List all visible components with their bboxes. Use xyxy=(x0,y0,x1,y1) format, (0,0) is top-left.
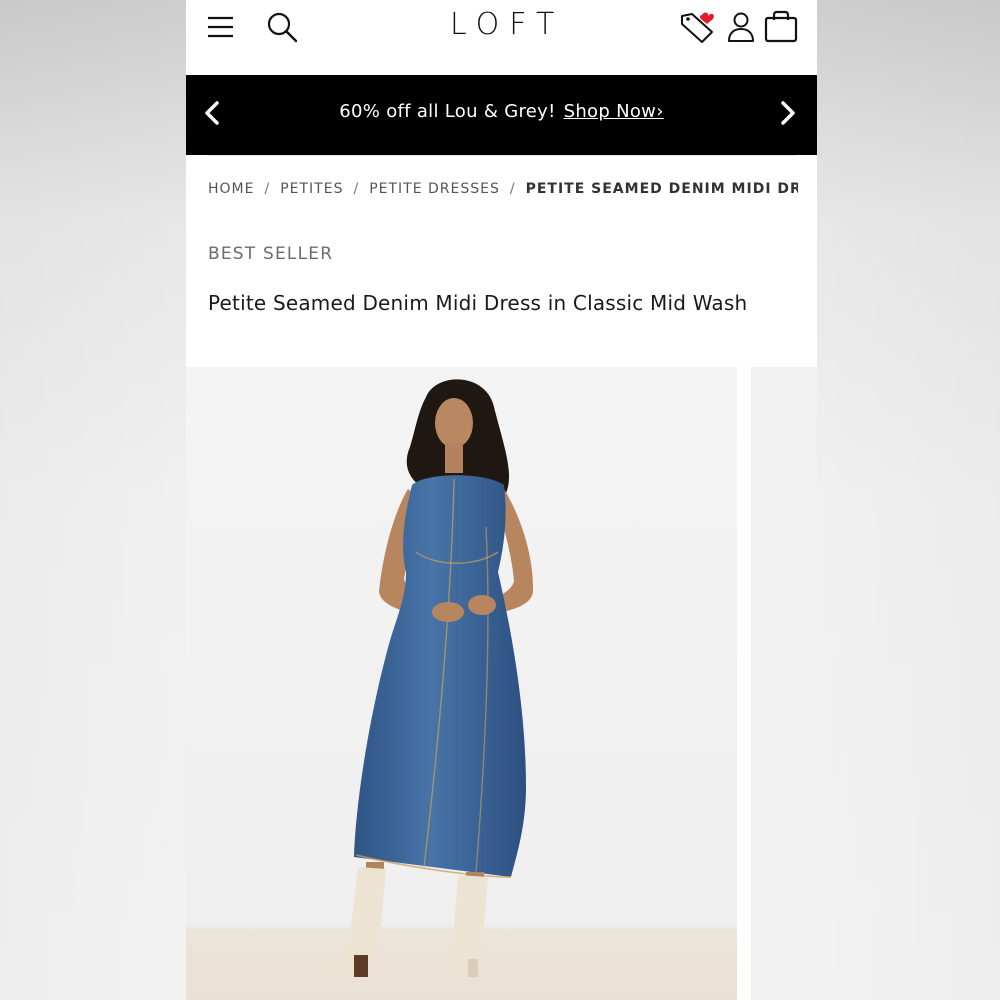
breadcrumb-home[interactable]: HOME xyxy=(208,181,254,197)
next-product-image[interactable] xyxy=(751,367,817,1000)
brand-logo[interactable]: LOFT xyxy=(450,7,564,42)
divider xyxy=(208,155,795,156)
mobile-page: LOFT 60% off all Lou & Grey! Shop Now› H… xyxy=(186,0,817,1000)
product-gallery xyxy=(186,367,817,1000)
site-header: LOFT xyxy=(186,0,817,74)
best-seller-badge: BEST SELLER xyxy=(208,244,334,264)
chevron-right-icon[interactable] xyxy=(776,99,800,127)
promo-banner: 60% off all Lou & Grey! Shop Now› xyxy=(186,75,817,155)
backdrop-right xyxy=(817,0,1000,1000)
breadcrumb-current: PETITE SEAMED DENIM MIDI DRESS I... xyxy=(525,181,798,197)
breadcrumb-separator: / xyxy=(353,181,360,197)
bag-icon[interactable] xyxy=(764,10,798,43)
breadcrumb-separator: / xyxy=(509,181,516,197)
breadcrumb-petite-dresses[interactable]: PETITE DRESSES xyxy=(369,181,500,197)
user-icon[interactable] xyxy=(727,12,755,42)
breadcrumb-separator: / xyxy=(264,181,271,197)
shop-now-link[interactable]: Shop Now› xyxy=(564,101,664,122)
promo-message: 60% off all Lou & Grey! Shop Now› xyxy=(186,101,817,122)
promo-text: 60% off all Lou & Grey! xyxy=(339,101,556,122)
search-icon[interactable] xyxy=(266,11,298,43)
wishlist-icon[interactable] xyxy=(678,10,718,44)
breadcrumb: HOME / PETITES / PETITE DRESSES / PETITE SEAME… xyxy=(208,181,798,197)
backdrop-left xyxy=(0,0,186,1000)
menu-icon[interactable] xyxy=(207,16,234,38)
product-title: Petite Seamed Denim Midi Dress in Classi… xyxy=(208,291,748,315)
breadcrumb-petites[interactable]: PETITES xyxy=(280,181,343,197)
product-image[interactable] xyxy=(186,367,737,1000)
